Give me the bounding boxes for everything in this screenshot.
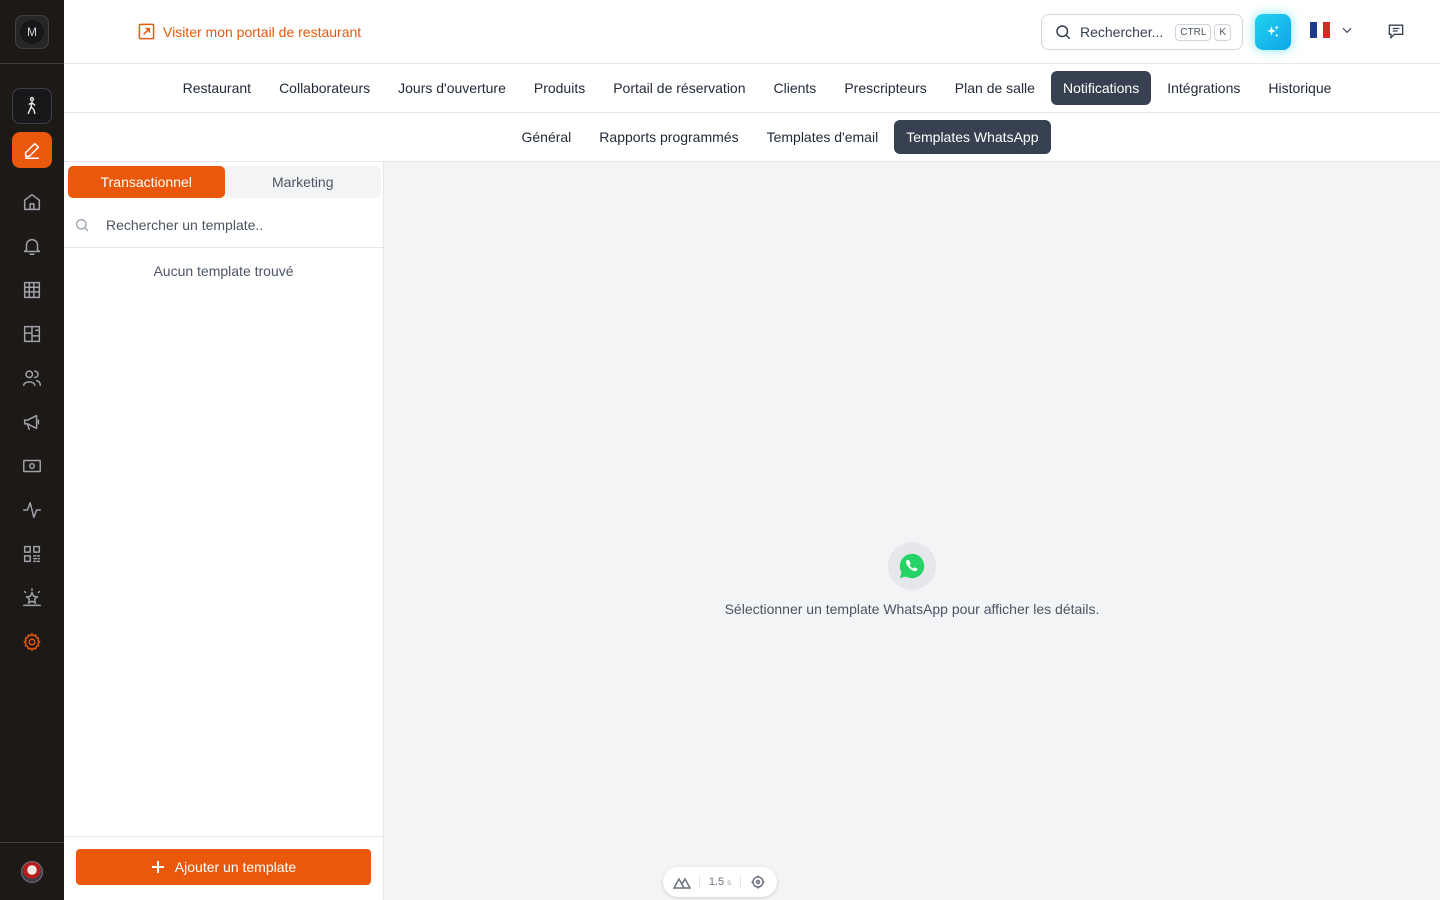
bell-icon <box>23 238 41 255</box>
add-template-label: Ajouter un template <box>174 859 297 875</box>
feedback-button[interactable] <box>1386 21 1408 43</box>
workspace-switcher[interactable]: M <box>15 14 49 49</box>
pen-edit-icon <box>24 142 40 159</box>
rail-item-walk-in[interactable] <box>12 88 52 124</box>
template-search <box>64 202 383 248</box>
floor-plan-icon <box>23 325 41 343</box>
tab-produits[interactable]: Produits <box>522 71 597 105</box>
subtab-rapports-programmes[interactable]: Rapports programmés <box>587 120 750 154</box>
whatsapp-placeholder <box>888 542 936 590</box>
external-link-icon <box>138 23 155 40</box>
global-search-button[interactable]: Rechercher... CTRL K <box>1041 14 1243 50</box>
grid-table-icon <box>23 281 41 299</box>
rail-item-notifications[interactable] <box>12 228 52 264</box>
rail-item-home[interactable] <box>12 184 52 220</box>
tab-notifications[interactable]: Notifications <box>1050 71 1152 105</box>
rail-footer <box>0 842 64 900</box>
qr-code-icon <box>23 545 41 563</box>
rail-item-customers[interactable] <box>12 360 52 396</box>
sparkle-star-icon <box>23 588 41 607</box>
language-selector[interactable] <box>1310 22 1354 38</box>
tab-collaborateurs[interactable]: Collaborateurs <box>267 71 382 105</box>
template-search-input[interactable] <box>106 216 346 233</box>
tab-jours-ouverture[interactable]: Jours d'ouverture <box>386 71 518 105</box>
visit-portal-link[interactable]: Visiter mon portail de restaurant <box>138 23 361 40</box>
home-icon <box>23 193 41 211</box>
global-search-label: Rechercher... <box>1080 24 1164 40</box>
devtools-separator <box>739 875 741 889</box>
rail-item-floor-plan[interactable] <box>12 316 52 352</box>
tab-historique[interactable]: Historique <box>1256 71 1343 105</box>
nuxt-logo-icon <box>673 877 692 889</box>
sparkles-icon <box>1267 25 1279 38</box>
subtab-templates-whatsapp[interactable]: Templates WhatsApp <box>894 120 1051 154</box>
workspace-switcher-area: M <box>0 0 64 64</box>
ai-assistant-button[interactable] <box>1255 14 1291 50</box>
add-template-button[interactable]: Ajouter un template <box>76 849 371 885</box>
subtab-templates-email[interactable]: Templates d'email <box>755 120 891 154</box>
tab-clients[interactable]: Clients <box>762 71 829 105</box>
devtools-time-value: 1.5 <box>708 876 725 888</box>
plus-icon <box>151 861 164 873</box>
rail-item-settings[interactable] <box>12 624 52 660</box>
empty-template-list: Aucun template trouvé <box>153 263 294 279</box>
tab-integrations[interactable]: Intégrations <box>1155 71 1252 105</box>
template-type-toggle: Transactionnel Marketing <box>68 166 381 198</box>
devtools-separator <box>699 875 701 889</box>
devtools-timing: 1.5 s <box>709 876 731 888</box>
crosshair-icon <box>751 875 765 889</box>
shortcut-key-k: K <box>1214 23 1232 41</box>
chevron-down-icon <box>1342 27 1352 34</box>
search-icon <box>1056 25 1071 40</box>
rail-item-marketing[interactable] <box>12 404 52 440</box>
rail-item-edit[interactable] <box>12 132 52 168</box>
message-icon <box>1388 24 1404 40</box>
settings-tabs: Restaurant Collaborateurs Jours d'ouvert… <box>64 64 1440 113</box>
visit-portal-label: Visiter mon portail de restaurant <box>163 23 362 40</box>
tab-portail-reservation[interactable]: Portail de réservation <box>601 71 757 105</box>
shortcut-key-ctrl: CTRL <box>1175 23 1212 41</box>
template-list-panel: Transactionnel Marketing Aucun template … <box>64 162 384 900</box>
top-header: Visiter mon portail de restaurant Recher… <box>64 0 1440 64</box>
workspace-initial: M <box>20 19 44 44</box>
segment-marketing[interactable]: Marketing <box>225 166 382 198</box>
gear-icon <box>23 633 41 651</box>
tab-prescripteurs[interactable]: Prescripteurs <box>832 71 938 105</box>
rail-item-qr-code[interactable] <box>12 536 52 572</box>
activity-pulse-icon <box>23 501 41 519</box>
french-flag-icon <box>1310 22 1331 38</box>
walking-person-icon <box>27 96 36 115</box>
user-avatar[interactable] <box>21 860 43 883</box>
left-rail: M <box>0 0 64 900</box>
template-detail-area: Sélectionner un template WhatsApp pour a… <box>384 162 1440 900</box>
notification-subtabs: Général Rapports programmés Templates d'… <box>64 113 1440 162</box>
rail-item-reviews[interactable] <box>12 580 52 616</box>
search-shortcut: CTRL K <box>1175 23 1232 41</box>
rail-item-payments[interactable] <box>12 448 52 484</box>
segment-transactionnel[interactable]: Transactionnel <box>68 166 225 198</box>
tab-plan-de-salle[interactable]: Plan de salle <box>943 71 1047 105</box>
whatsapp-icon <box>899 553 925 579</box>
megaphone-icon <box>23 414 40 431</box>
rail-item-calendar-grid[interactable] <box>12 272 52 308</box>
rail-item-analytics[interactable] <box>12 492 52 528</box>
search-icon <box>76 218 89 231</box>
users-icon <box>23 370 41 387</box>
subtab-general[interactable]: Général <box>509 120 583 154</box>
empty-detail-message: Sélectionner un template WhatsApp pour a… <box>724 601 1100 617</box>
panel-footer: Ajouter un template <box>64 836 383 900</box>
cash-icon <box>23 459 41 473</box>
devtools-time-unit: s <box>727 878 732 887</box>
devtools-pill[interactable]: 1.5 s <box>663 867 777 897</box>
tab-restaurant[interactable]: Restaurant <box>171 71 263 105</box>
